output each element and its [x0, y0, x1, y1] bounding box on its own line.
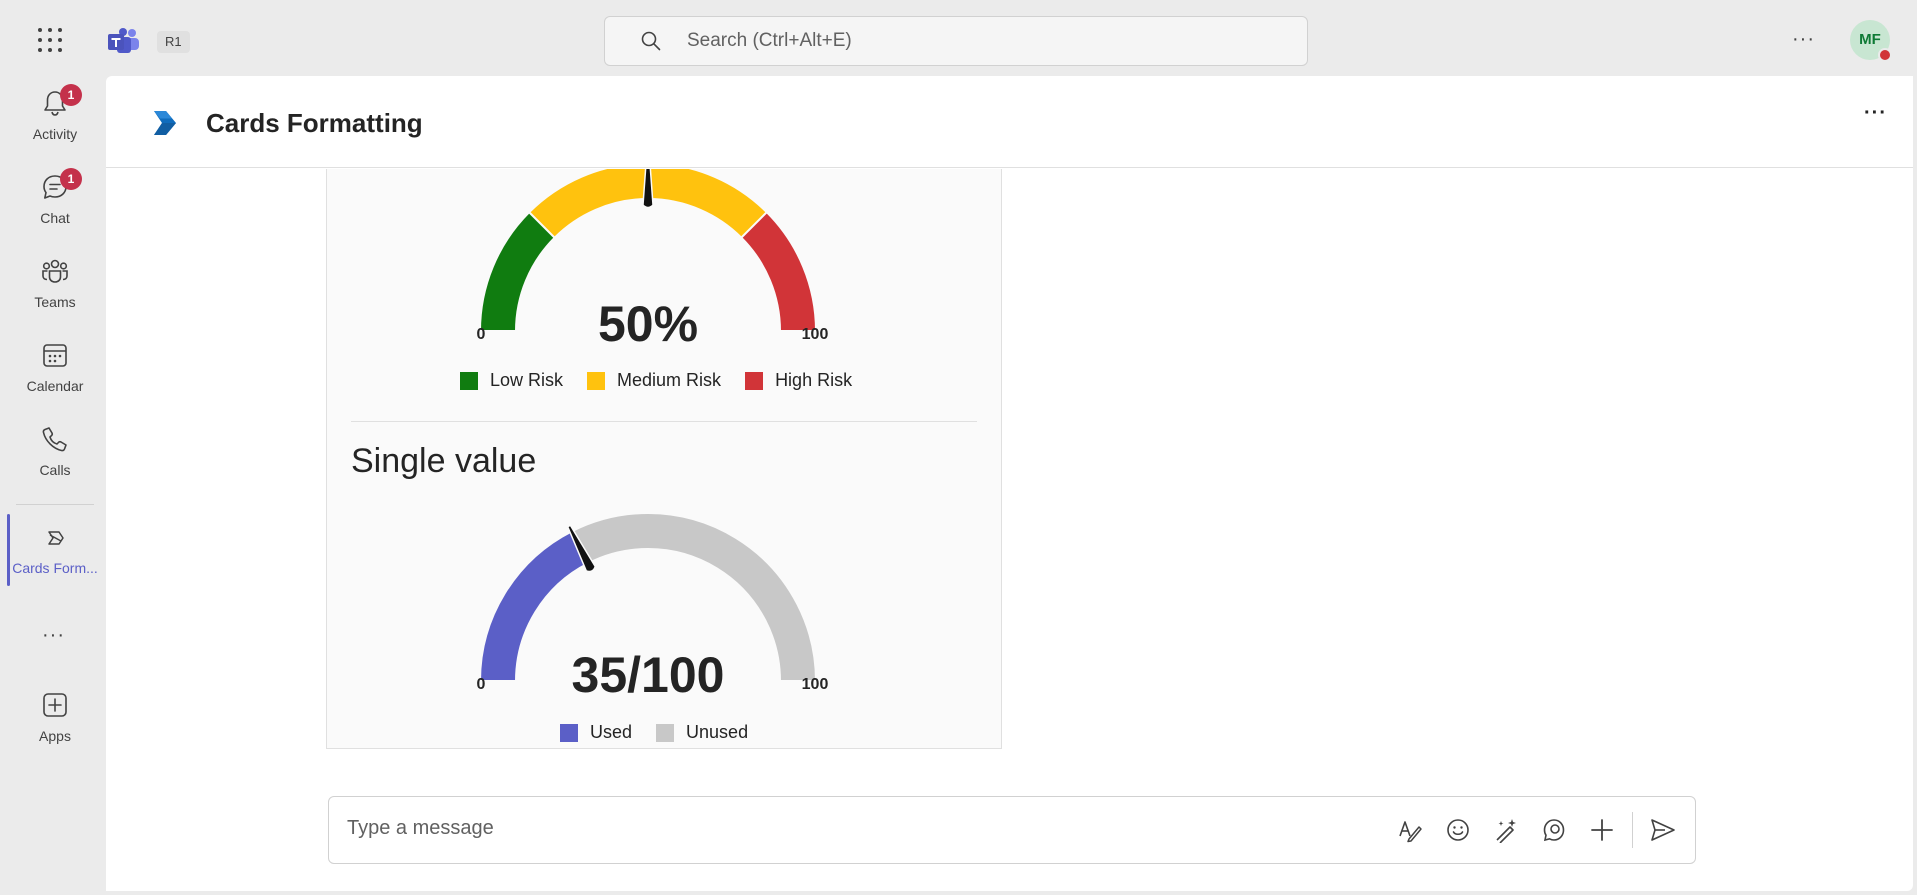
search-icon [641, 31, 661, 51]
teams-logo-icon [108, 28, 139, 53]
rail-item-cards-formatting[interactable]: Cards Form... [4, 512, 106, 588]
legend-item-high-risk: High Risk [745, 370, 852, 391]
rail-item-label: Apps [39, 728, 71, 744]
legend-item-used: Used [560, 722, 632, 743]
search-input[interactable]: Search (Ctrl+Alt+E) [687, 30, 852, 52]
adaptive-card: 0 100 50% Low Risk Medium Risk High Risk… [326, 169, 1002, 749]
format-button[interactable] [1386, 806, 1434, 854]
rail-divider [16, 504, 94, 505]
card-divider [351, 421, 977, 422]
legend-swatch [460, 371, 478, 390]
legend-swatch [656, 723, 675, 742]
send-button[interactable] [1639, 806, 1687, 854]
legend-swatch [587, 371, 606, 390]
gauge-segment-0 [478, 210, 557, 332]
rail-item-label: Calls [39, 462, 71, 478]
app-header: Cards Formatting ··· [106, 76, 1913, 168]
header-more-icon[interactable]: ··· [1864, 102, 1887, 125]
org-badge[interactable]: R1 [157, 31, 190, 53]
composer-toolbar [1386, 797, 1695, 863]
cards-formatting-icon [48, 531, 64, 545]
message-composer[interactable]: Type a message [328, 796, 1696, 864]
legend-item-unused: Unused [656, 722, 748, 743]
activity-badge: 1 [60, 84, 82, 106]
rail-item-label: Activity [32, 126, 78, 142]
single-value-gauge-legend: Used Unused [560, 722, 748, 743]
toolbar-separator [1632, 812, 1633, 848]
app-logo-icon [154, 111, 176, 135]
gauge-min-label: 0 [477, 676, 486, 693]
gauge-needle [642, 169, 654, 209]
risk-gauge-legend: Low Risk Medium Risk High Risk [460, 370, 852, 391]
attach-button[interactable] [1578, 806, 1626, 854]
gauge-min-label: 0 [477, 326, 486, 343]
loop-icon [1543, 819, 1565, 842]
presence-status-icon [1878, 48, 1892, 62]
gauge-max-label: 100 [802, 326, 829, 343]
copilot-button[interactable] [1482, 806, 1530, 854]
rail-item-calendar[interactable]: Calendar [4, 330, 106, 406]
rail-item-teams[interactable]: Teams [4, 246, 106, 322]
more-options-icon[interactable]: ··· [1792, 28, 1815, 51]
rail-item-label: Chat [40, 210, 70, 226]
rail-item-calls[interactable]: Calls [4, 414, 106, 490]
legend-swatch [745, 371, 764, 390]
gauge-value-label: 50% [598, 296, 698, 349]
format-text-icon [1399, 821, 1422, 843]
section-title: Single value [351, 442, 537, 480]
rail-item-label: Teams [34, 294, 76, 310]
legend-label: Unused [686, 722, 749, 742]
legend-label: Low Risk [490, 370, 564, 390]
legend-swatch [560, 723, 578, 742]
legend-label: Medium Risk [617, 370, 722, 390]
app-bar: 1 Activity 1 Chat Teams Calendar Calls C… [4, 76, 106, 891]
legend-label: High Risk [775, 370, 853, 390]
send-icon [1651, 819, 1675, 841]
gauge-segment-2 [739, 210, 818, 332]
emoji-button[interactable] [1434, 806, 1482, 854]
rail-item-chat[interactable]: 1 Chat [4, 162, 106, 238]
phone-icon [42, 427, 67, 452]
rail-item-label: Calendar [26, 378, 84, 394]
main-content: Cards Formatting ··· 0 100 50% Low Risk [106, 76, 1913, 891]
teams-window: R1 Search (Ctrl+Alt+E) ··· MF 1 Activity [4, 4, 1913, 891]
legend-item-low-risk: Low Risk [460, 370, 563, 391]
more-apps-icon[interactable]: ··· [42, 624, 65, 647]
loop-button[interactable] [1530, 806, 1578, 854]
apps-add-icon [43, 693, 67, 717]
rail-item-activity[interactable]: 1 Activity [4, 78, 106, 154]
rail-item-label: Cards Form... [12, 560, 98, 576]
risk-gauge: 0 100 50% [477, 169, 829, 349]
chat-badge: 1 [60, 168, 82, 190]
rail-item-apps[interactable]: Apps [4, 680, 106, 756]
message-input[interactable]: Type a message [347, 817, 494, 840]
magic-pen-icon [1496, 819, 1516, 843]
legend-label: Used [590, 722, 633, 742]
top-bar: R1 Search (Ctrl+Alt+E) ··· MF [4, 4, 1913, 76]
gauge-max-label: 100 [802, 676, 829, 693]
page-title: Cards Formatting [206, 108, 423, 138]
gauge-value-label: 35/100 [572, 647, 725, 699]
single-value-gauge: 0 100 35/100 [477, 512, 829, 699]
plus-icon [1591, 819, 1613, 841]
legend-item-medium-risk: Medium Risk [587, 370, 721, 391]
emoji-icon [1447, 819, 1469, 841]
teams-icon [42, 259, 68, 283]
calendar-icon [43, 344, 67, 367]
app-launcher-icon[interactable] [38, 28, 62, 52]
conversation-area: 0 100 50% Low Risk Medium Risk High Risk… [106, 169, 1913, 749]
search-box[interactable]: Search (Ctrl+Alt+E) [604, 16, 1308, 66]
